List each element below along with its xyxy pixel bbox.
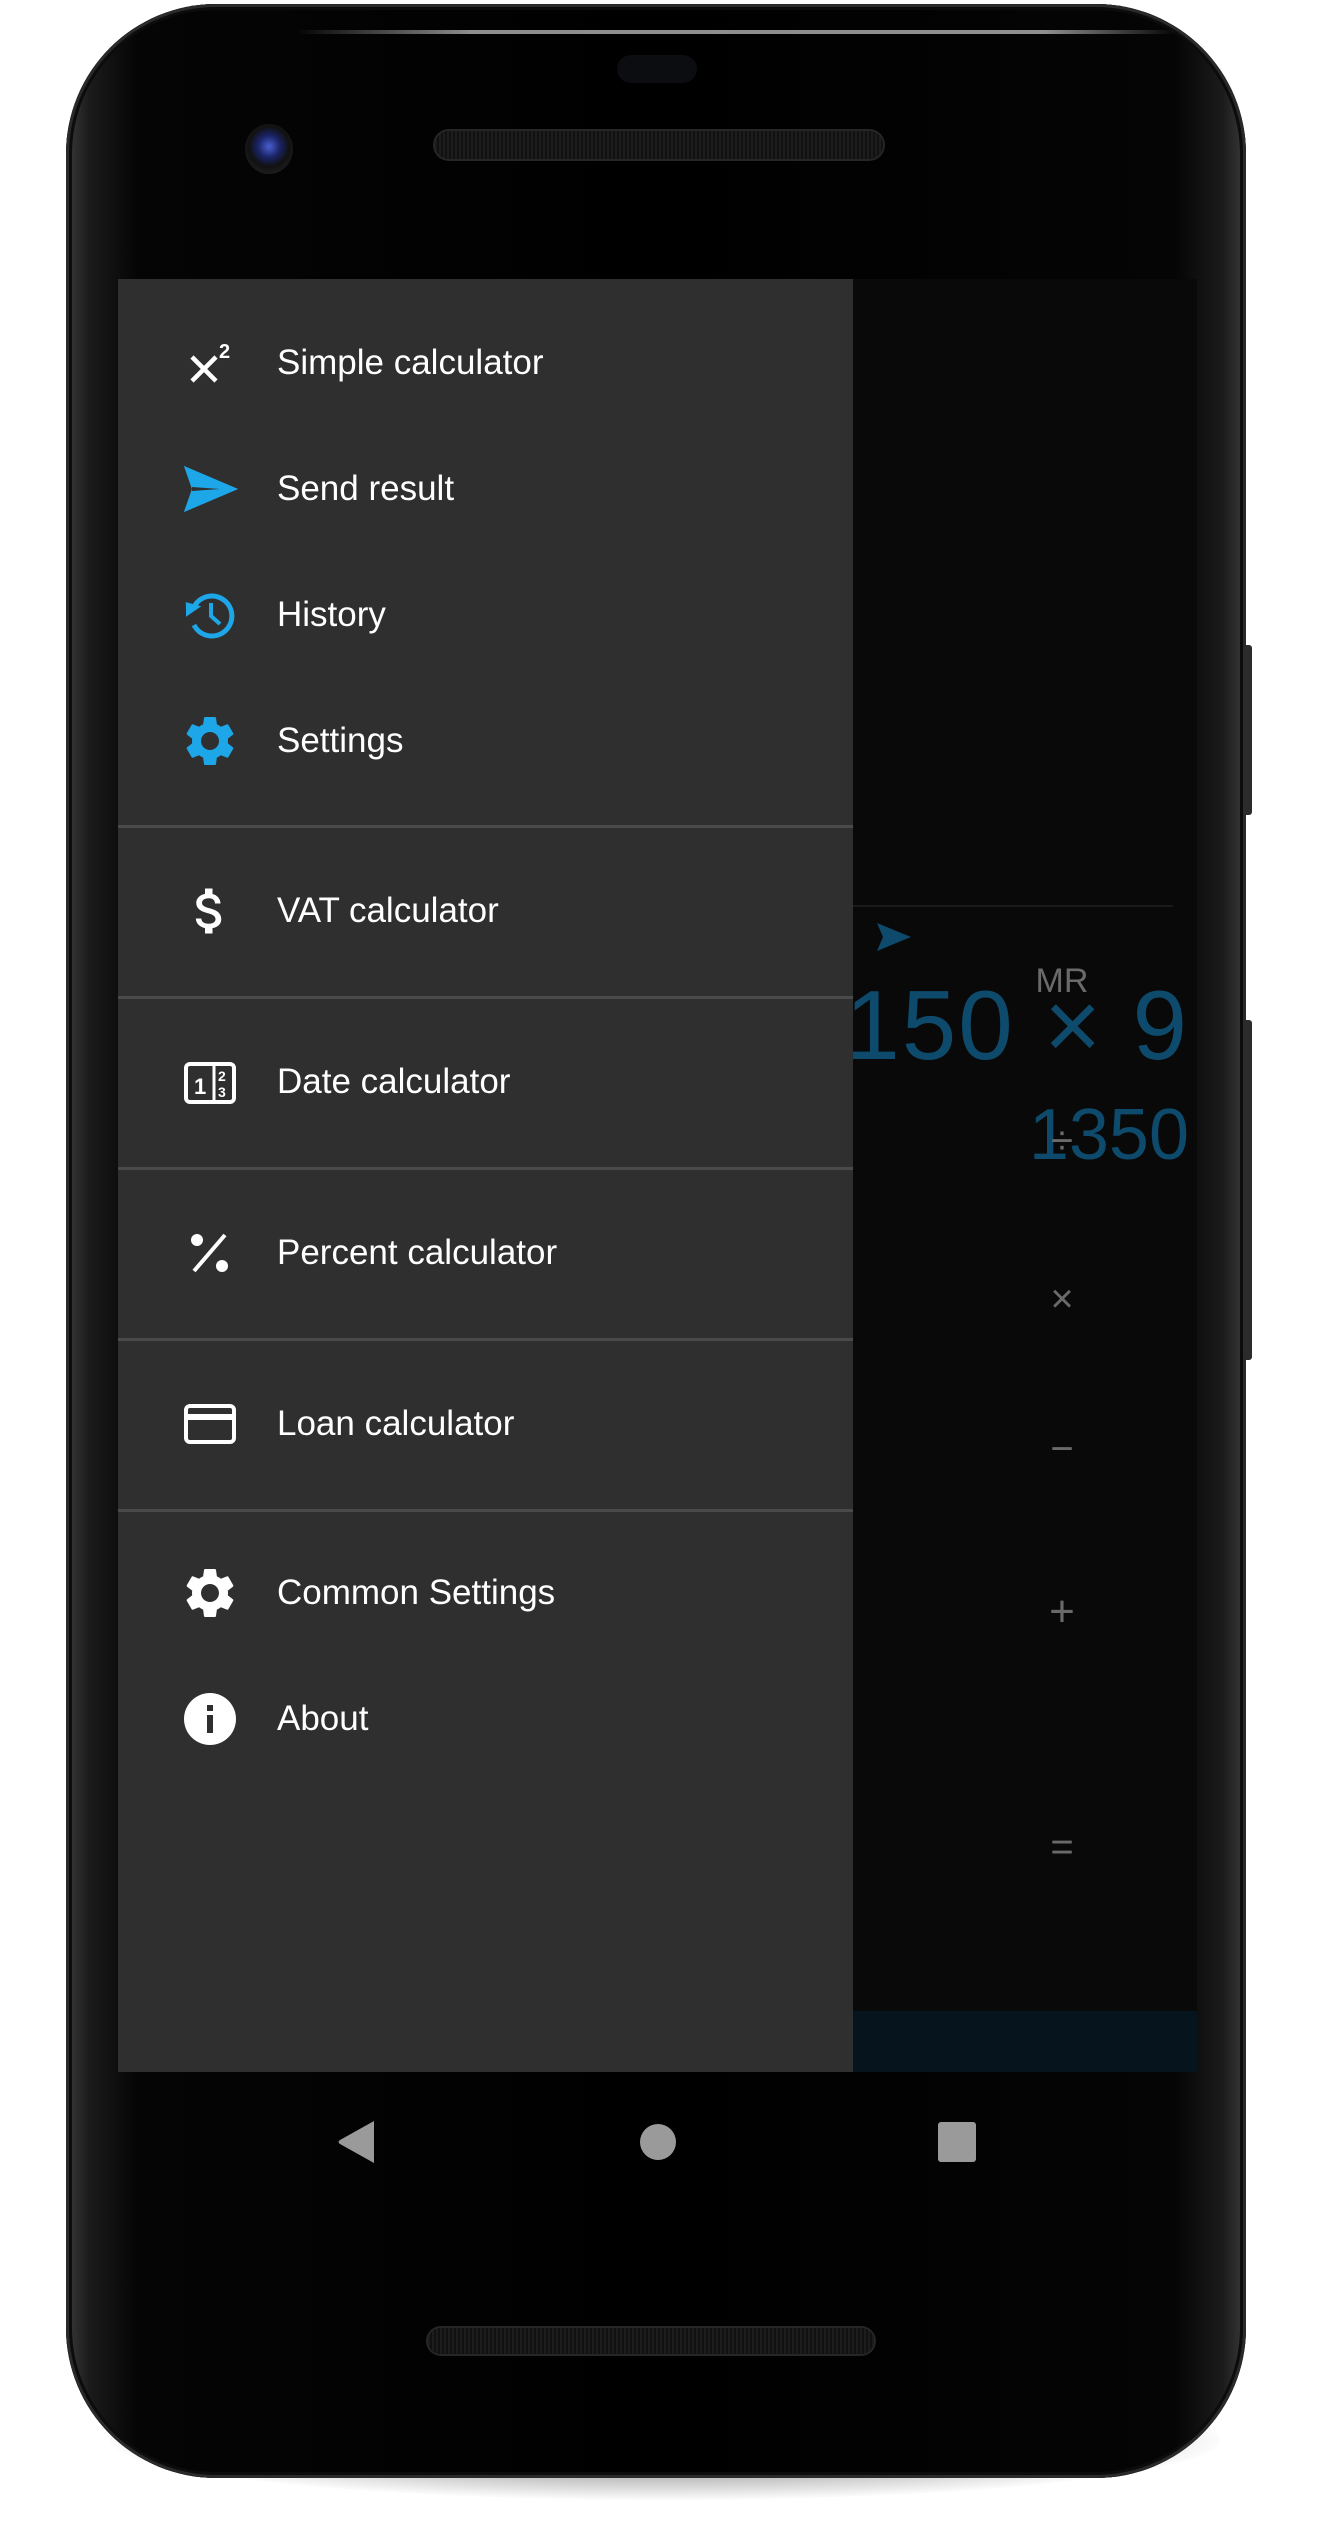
volume-button bbox=[1243, 1020, 1252, 1360]
recents-icon bbox=[938, 2122, 976, 2162]
drawer-divider bbox=[118, 825, 853, 828]
display-divider bbox=[853, 905, 1173, 907]
drawer-item-label: Common Settings bbox=[277, 1573, 556, 1612]
navigation-drawer: 2 Simple calculator Send result History … bbox=[118, 279, 853, 2072]
gear-icon bbox=[180, 711, 240, 771]
dollar-icon bbox=[180, 881, 240, 941]
proximity-sensor bbox=[617, 55, 697, 83]
front-camera bbox=[245, 124, 293, 174]
bottom-speaker bbox=[428, 2328, 874, 2354]
drawer-item-send-result[interactable]: Send result bbox=[118, 426, 853, 552]
drawer-item-label: VAT calculator bbox=[277, 891, 499, 930]
drawer-item-label: About bbox=[277, 1699, 369, 1738]
send-result-icon[interactable] bbox=[877, 923, 911, 951]
back-icon bbox=[338, 2121, 374, 2163]
system-navigation-bar bbox=[118, 2072, 1197, 2202]
back-button[interactable] bbox=[326, 2112, 386, 2172]
drawer-item-label: History bbox=[277, 595, 386, 634]
send-icon bbox=[180, 459, 240, 519]
earpiece-speaker bbox=[435, 131, 883, 159]
drawer-item-simple-calculator[interactable]: 2 Simple calculator bbox=[118, 300, 853, 426]
svg-text:2: 2 bbox=[219, 341, 230, 363]
drawer-item-label: Send result bbox=[277, 469, 455, 508]
drawer-item-label: Percent calculator bbox=[277, 1233, 558, 1272]
bottom-bar bbox=[853, 2011, 1197, 2072]
drawer-divider bbox=[118, 996, 853, 999]
home-icon bbox=[640, 2124, 676, 2160]
date-calculator-icon: 1 2 3 bbox=[180, 1052, 240, 1112]
divide-key[interactable]: ÷ bbox=[997, 1119, 1127, 1164]
svg-text:1: 1 bbox=[194, 1074, 206, 1099]
svg-text:3: 3 bbox=[218, 1084, 226, 1100]
drawer-divider bbox=[118, 1509, 853, 1512]
power-button bbox=[1243, 645, 1252, 815]
drawer-item-label: Settings bbox=[277, 721, 404, 760]
percent-icon bbox=[180, 1223, 240, 1283]
home-button[interactable] bbox=[628, 2112, 688, 2172]
drawer-item-loan-calculator[interactable]: Loan calculator bbox=[118, 1361, 853, 1487]
drawer-divider bbox=[118, 1338, 853, 1341]
drawer-item-about[interactable]: About bbox=[118, 1656, 853, 1782]
drawer-item-label: Loan calculator bbox=[277, 1404, 515, 1443]
screen: 150 × 9 1350 MR ÷ × − + = 2 Simple calcu… bbox=[118, 279, 1197, 2072]
drawer-item-label: Date calculator bbox=[277, 1062, 511, 1101]
history-icon bbox=[180, 585, 240, 645]
drawer-item-label: Simple calculator bbox=[277, 343, 544, 382]
multiply-key[interactable]: × bbox=[997, 1277, 1127, 1322]
x-squared-icon: 2 bbox=[180, 333, 240, 393]
recents-button[interactable] bbox=[927, 2112, 987, 2172]
drawer-item-common-settings[interactable]: Common Settings bbox=[118, 1530, 853, 1656]
drawer-item-date-calculator[interactable]: 1 2 3 Date calculator bbox=[118, 1019, 853, 1145]
subtract-key[interactable]: − bbox=[997, 1427, 1127, 1472]
equals-key[interactable]: = bbox=[997, 1825, 1127, 1870]
add-key[interactable]: + bbox=[997, 1587, 1127, 1637]
memory-recall-key[interactable]: MR bbox=[997, 962, 1127, 1001]
credit-card-icon bbox=[180, 1394, 240, 1454]
drawer-divider bbox=[118, 1167, 853, 1170]
glass-glare bbox=[296, 30, 1176, 34]
drawer-item-percent-calculator[interactable]: Percent calculator bbox=[118, 1190, 853, 1316]
gear-icon bbox=[180, 1563, 240, 1623]
drawer-item-vat-calculator[interactable]: VAT calculator bbox=[118, 848, 853, 974]
svg-text:2: 2 bbox=[218, 1068, 226, 1084]
drawer-item-history[interactable]: History bbox=[118, 552, 853, 678]
drawer-item-settings[interactable]: Settings bbox=[118, 678, 853, 804]
info-icon bbox=[180, 1689, 240, 1749]
